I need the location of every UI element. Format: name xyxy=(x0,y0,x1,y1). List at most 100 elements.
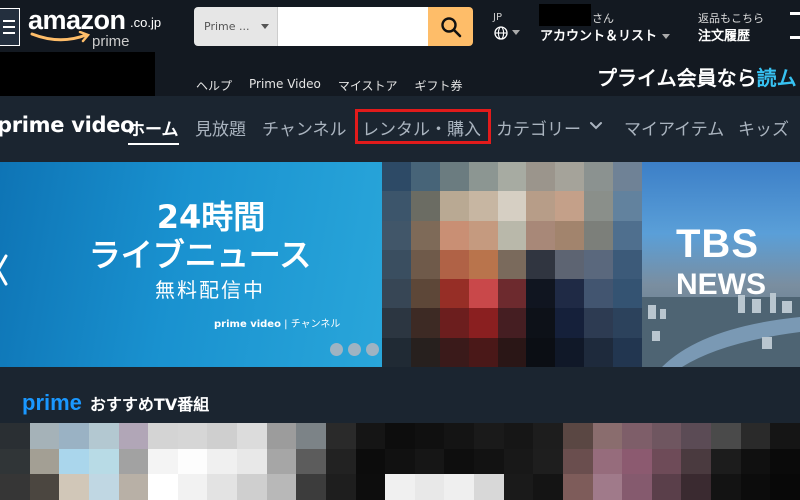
mosaic-tile xyxy=(439,337,469,367)
tab-home[interactable]: ホーム xyxy=(128,115,179,145)
mosaic-tile xyxy=(207,474,238,500)
mosaic-tile xyxy=(613,308,642,338)
mosaic-tile xyxy=(0,423,30,449)
mosaic-tile xyxy=(497,279,527,309)
mosaic-tile xyxy=(118,474,149,500)
search-button[interactable] xyxy=(428,7,473,46)
mosaic-tile xyxy=(555,308,585,338)
mosaic-tile xyxy=(29,474,60,500)
tab-my-items[interactable]: マイアイテム xyxy=(624,115,724,140)
orders-link[interactable]: 注文履歴 xyxy=(698,25,750,44)
prime-brand-label: prime xyxy=(22,390,82,415)
mosaic-tile xyxy=(613,279,642,309)
mosaic-tile xyxy=(266,448,297,475)
subnav-item-help[interactable]: ヘルプ xyxy=(196,77,232,94)
account-label: アカウント＆リスト xyxy=(540,29,658,44)
mosaic-tile xyxy=(410,191,440,221)
mosaic-tile xyxy=(439,308,469,338)
mosaic-tile xyxy=(613,162,642,192)
mosaic-tile xyxy=(526,308,556,338)
mosaic-tile xyxy=(410,220,440,250)
mosaic-tile xyxy=(237,474,267,500)
mosaic-tile xyxy=(555,249,585,280)
amazon-logo[interactable]: amazon .co.jp prime xyxy=(28,6,161,50)
mosaic-tile xyxy=(497,162,527,192)
search-category-select[interactable]: Prime ... xyxy=(194,7,278,46)
language-code[interactable]: JP xyxy=(493,12,502,23)
mosaic-tile xyxy=(711,448,741,475)
mosaic-tile xyxy=(237,423,267,449)
tbs-logo-text: TBS xyxy=(676,222,759,266)
hero-line2: ライブニュース xyxy=(88,236,312,274)
language-selector[interactable] xyxy=(494,26,520,40)
returns-top-label: 返品もこちら xyxy=(698,12,764,25)
mosaic-tile xyxy=(385,448,415,475)
mosaic-tile xyxy=(29,448,60,475)
mosaic-tile xyxy=(562,474,593,500)
mosaic-tile xyxy=(385,474,415,500)
mosaic-tile xyxy=(59,423,89,449)
search-icon xyxy=(440,16,461,37)
mosaic-tile xyxy=(439,279,469,309)
mosaic-tile xyxy=(148,423,178,449)
hero-carousel[interactable]: 24時間 ライブニュース 無料配信中 prime video | チャンネル T… xyxy=(0,162,800,367)
mosaic-tile xyxy=(584,308,614,338)
mosaic-tile xyxy=(237,448,267,475)
mosaic-tile xyxy=(439,249,469,280)
carousel-dot[interactable] xyxy=(366,343,379,356)
mosaic-tile xyxy=(355,448,386,475)
tab-kids[interactable]: キッズ xyxy=(738,115,789,140)
pixelated-thumbnail-row[interactable] xyxy=(0,423,800,500)
prime-video-logo[interactable]: prime video xyxy=(0,113,135,137)
mosaic-tile xyxy=(382,162,411,192)
hero-slide-tbs-news[interactable]: TBS NEWS xyxy=(642,162,800,367)
mosaic-tile xyxy=(533,474,563,500)
mosaic-tile xyxy=(555,279,585,309)
mosaic-tile xyxy=(526,162,556,192)
mosaic-tile xyxy=(474,448,504,475)
mosaic-tile xyxy=(562,423,593,449)
mosaic-tile xyxy=(296,423,326,449)
mosaic-tile xyxy=(584,162,614,192)
tab-unlimited[interactable]: 見放題 xyxy=(195,115,246,140)
mosaic-tile xyxy=(177,474,208,500)
mosaic-tile xyxy=(468,308,498,338)
mosaic-tile xyxy=(410,337,440,367)
carousel-dot[interactable] xyxy=(330,343,343,356)
mosaic-tile xyxy=(592,448,623,475)
mosaic-tile xyxy=(177,448,208,475)
tab-channels[interactable]: チャンネル xyxy=(262,115,347,140)
account-lists-menu[interactable]: アカウント＆リスト xyxy=(540,25,670,44)
carousel-dot[interactable] xyxy=(348,343,361,356)
mosaic-tile xyxy=(207,423,238,449)
carousel-dots xyxy=(330,343,379,356)
mosaic-tile xyxy=(681,423,712,449)
promo-accent: 読ム xyxy=(756,66,797,90)
search-input[interactable] xyxy=(278,7,428,46)
hamburger-menu-icon[interactable] xyxy=(0,8,20,46)
subnav-item-gift-card[interactable]: ギフト券 xyxy=(414,77,462,94)
hero-brand-main: prime video xyxy=(214,319,281,330)
mosaic-tile xyxy=(382,220,411,250)
mosaic-tile xyxy=(88,474,119,500)
mosaic-tile xyxy=(584,220,614,250)
mosaic-tile xyxy=(474,423,504,449)
mosaic-tile xyxy=(468,191,498,221)
hero-slide-live-news[interactable]: 24時間 ライブニュース 無料配信中 prime video | チャンネル xyxy=(0,162,382,367)
subnav-item-my-store[interactable]: マイストア xyxy=(338,77,398,94)
mosaic-tile xyxy=(148,474,178,500)
mosaic-tile xyxy=(177,423,208,449)
prime-promo-banner[interactable]: プライム会員なら読ム xyxy=(597,62,797,91)
mosaic-tile xyxy=(613,249,642,280)
tab-categories[interactable]: カテゴリー xyxy=(496,115,581,140)
mosaic-tile xyxy=(414,474,445,500)
mosaic-tile xyxy=(468,220,498,250)
hero-line3: 無料配信中 xyxy=(155,278,265,302)
subnav-item-prime-video[interactable]: Prime Video xyxy=(249,77,321,94)
caret-down-icon xyxy=(261,24,269,29)
cart-icon[interactable] xyxy=(790,10,800,40)
chevron-down-icon[interactable] xyxy=(589,121,603,131)
carousel-prev-icon[interactable] xyxy=(0,250,10,290)
mosaic-tile xyxy=(88,423,119,449)
mosaic-tile xyxy=(651,474,682,500)
